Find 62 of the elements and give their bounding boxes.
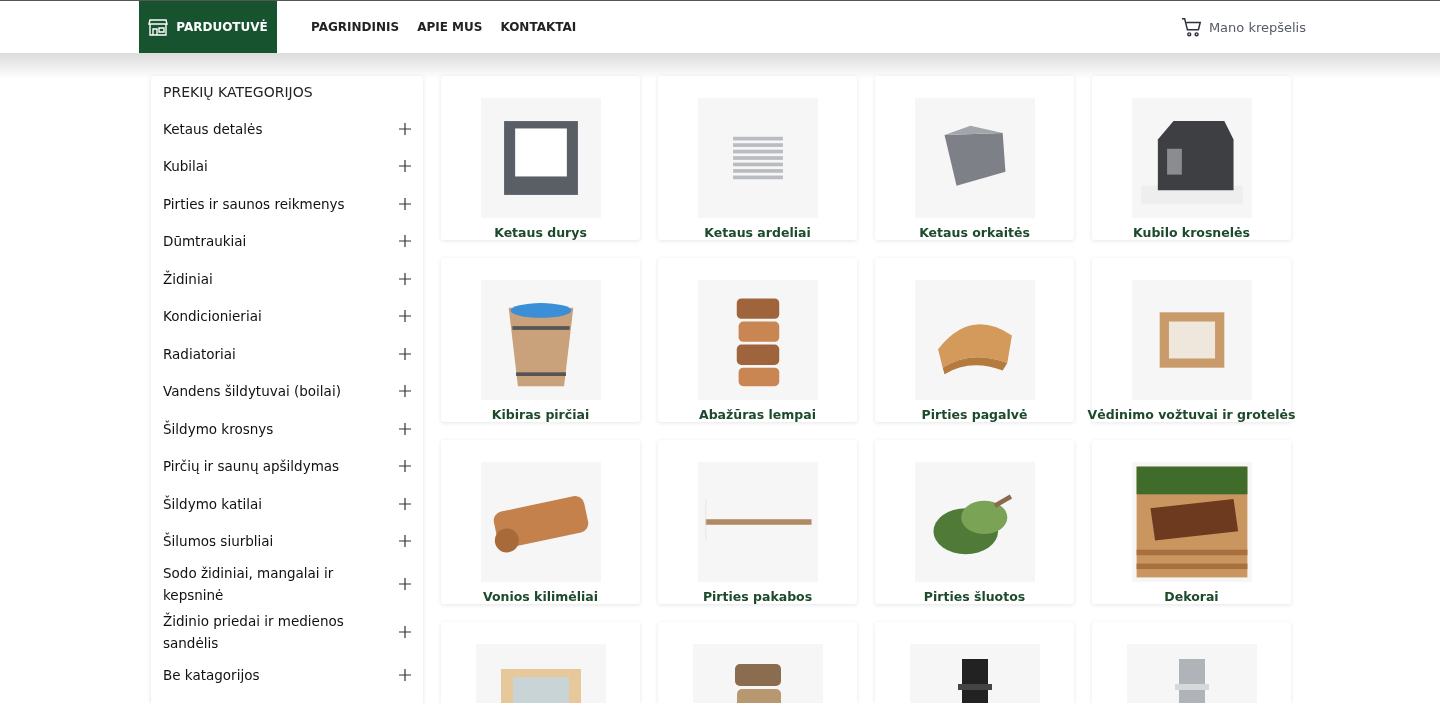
plus-icon[interactable]	[399, 160, 411, 173]
product-name: Ketaus durys	[494, 225, 587, 240]
category-link[interactable]: Be katagorijos	[163, 663, 388, 686]
product-name: Pirties šluotos	[923, 589, 1026, 604]
product-card[interactable]: Kubilo krosnelės	[1092, 76, 1291, 240]
plus-icon[interactable]	[399, 626, 411, 638]
category-link[interactable]: Šildymo krosnys	[163, 417, 388, 440]
category-link[interactable]: Ketaus detalės	[163, 117, 388, 140]
product-name: Vėdinimo vožtuvai ir grotelės	[1087, 407, 1296, 422]
plus-icon[interactable]	[399, 668, 411, 681]
plus-icon[interactable]	[399, 460, 411, 473]
product-name: Dekorai	[1164, 589, 1219, 604]
product-card[interactable]: Ketaus orkaitės	[875, 76, 1074, 240]
product-name: Abažūras lempai	[698, 407, 817, 422]
product-name: Pirties pakabos	[702, 589, 813, 604]
storefront-icon	[148, 17, 169, 37]
category-link[interactable]: Židiniai	[163, 267, 388, 290]
category-link[interactable]: Kubilai	[163, 155, 388, 178]
product-name: Ketaus ardeliai	[704, 225, 811, 240]
product-card[interactable]: Ketaus ardeliai	[658, 76, 857, 240]
plus-icon[interactable]	[399, 422, 411, 435]
panel-title: PREKIŲ KATEGORIJOS	[163, 84, 314, 100]
plus-icon[interactable]	[399, 122, 411, 135]
nav-link[interactable]: PAGRINDINIS	[311, 20, 400, 34]
product-card[interactable]: Vonios kilimėliai	[441, 440, 640, 604]
cart-icon	[1180, 16, 1203, 38]
product-card[interactable]: Abažūras lempai	[658, 258, 857, 422]
plus-icon[interactable]	[399, 578, 411, 590]
product-name: Ketaus orkaitės	[919, 225, 1030, 240]
plus-icon[interactable]	[399, 385, 411, 398]
nav-link[interactable]: APIE MUS	[417, 20, 483, 34]
plus-icon[interactable]	[399, 497, 411, 510]
plus-icon[interactable]	[399, 347, 411, 360]
category-link[interactable]: Radiatoriai	[163, 342, 388, 365]
cart-link[interactable]: Mano krepšelis	[1180, 16, 1306, 38]
nav-link[interactable]: KONTAKTAI	[500, 20, 577, 34]
product-name: Vonios kilimėliai	[482, 589, 599, 604]
plus-icon[interactable]	[399, 310, 411, 323]
product-card[interactable]: Kibiras pirčiai	[441, 258, 640, 422]
brand-name: PARDUOTUVĖ	[176, 20, 268, 34]
plus-icon[interactable]	[399, 272, 411, 285]
category-link[interactable]: Šildymo katilai	[163, 492, 388, 515]
product-name: Pirties pagalvė	[921, 407, 1028, 422]
product-card[interactable]: Ketaus durys	[441, 76, 640, 240]
plus-icon[interactable]	[399, 535, 411, 548]
category-link[interactable]: Židinio priedai ir medienos sandėlis	[163, 610, 388, 654]
category-link[interactable]: Pirčių ir saunų apšildymas	[163, 455, 388, 478]
product-card[interactable]: Pirties šluotos	[875, 440, 1074, 604]
product-card[interactable]: Dekorai	[1092, 440, 1291, 604]
category-link[interactable]: Kondicionieriai	[163, 305, 388, 328]
category-link[interactable]: Šilumos siurbliai	[163, 530, 388, 553]
category-link[interactable]: Vandens šildytuvai (boilai)	[163, 380, 388, 403]
brand-logo[interactable]: PARDUOTUVĖ	[139, 1, 277, 53]
category-link[interactable]: Sodo židiniai, mangalai ir kepsninė	[163, 562, 388, 606]
category-link[interactable]: Dūmtraukiai	[163, 230, 388, 253]
product-card[interactable]: Pirties pakabos	[658, 440, 857, 604]
plus-icon[interactable]	[399, 197, 411, 210]
category-link[interactable]: Pirties ir saunos reikmenys	[163, 192, 388, 215]
product-name: Kibiras pirčiai	[491, 407, 590, 422]
plus-icon[interactable]	[399, 235, 411, 248]
product-name: Kubilo krosnelės	[1133, 225, 1250, 240]
product-card[interactable]: Pirties pagalvė	[875, 258, 1074, 422]
